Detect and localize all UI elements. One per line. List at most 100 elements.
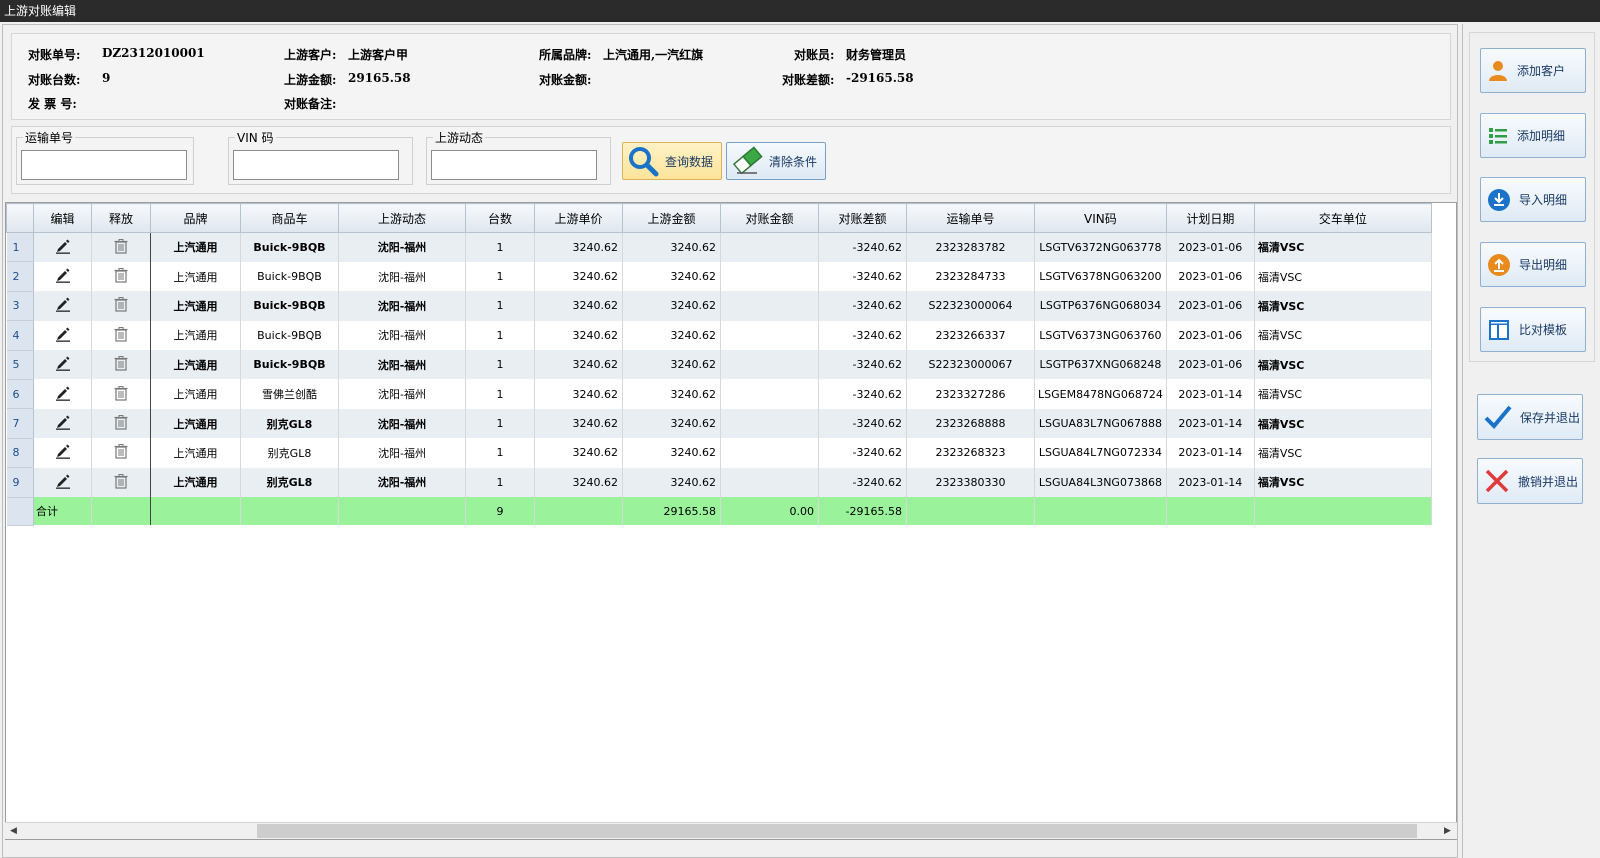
vin-cell: LSGTV6378NG063200 bbox=[1034, 261, 1167, 292]
table-row[interactable]: 3 上汽通用 Buick-9BQB 沈阳-福州 1 3240.62 3240.62 -3240… bbox=[6, 291, 1432, 322]
horizontal-scrollbar[interactable]: ◀ ▶ bbox=[5, 822, 1457, 839]
row-number[interactable]: 3 bbox=[6, 291, 34, 322]
edit-icon[interactable] bbox=[55, 238, 71, 254]
column-header[interactable]: 交车单位 bbox=[1253, 203, 1432, 233]
vin-input[interactable] bbox=[233, 150, 399, 180]
edit-cell[interactable] bbox=[33, 320, 92, 351]
edit-cell[interactable] bbox=[33, 408, 92, 439]
column-header[interactable]: 运输单号 bbox=[906, 203, 1035, 233]
delivery-unit-cell: 福清VSC bbox=[1254, 438, 1432, 468]
edit-icon[interactable] bbox=[55, 355, 71, 372]
export-detail-button[interactable]: 导出明细 bbox=[1480, 242, 1586, 287]
scrollbar-thumb[interactable] bbox=[257, 824, 1417, 838]
release-cell[interactable] bbox=[91, 320, 151, 351]
import-detail-label: 导入明细 bbox=[1519, 193, 1568, 207]
remark-label: 对账备注: bbox=[284, 97, 337, 111]
row-number[interactable]: 4 bbox=[6, 320, 34, 351]
amount-cell: 3240.62 bbox=[622, 320, 721, 351]
column-header[interactable]: VIN码 bbox=[1034, 203, 1167, 233]
status-cell: 沈阳-福州 bbox=[338, 291, 466, 321]
row-number[interactable]: 8 bbox=[6, 438, 34, 469]
edit-cell[interactable] bbox=[33, 350, 92, 380]
table-row[interactable]: 7 上汽通用 别克GL8 沈阳-福州 1 3240.62 3240.62 -3240.62 23… bbox=[6, 408, 1432, 439]
column-header[interactable]: 编辑 bbox=[33, 203, 92, 233]
edit-cell[interactable] bbox=[33, 467, 92, 498]
brand-label: 所属品牌: bbox=[539, 48, 592, 62]
column-header[interactable]: 商品车 bbox=[240, 203, 339, 233]
table-row[interactable]: 9 上汽通用 别克GL8 沈阳-福州 1 3240.62 3240.62 -3240.62 23… bbox=[6, 467, 1432, 498]
release-cell[interactable] bbox=[91, 350, 151, 380]
release-cell[interactable] bbox=[91, 379, 151, 409]
trash-icon[interactable] bbox=[113, 267, 129, 283]
edit-icon[interactable] bbox=[55, 296, 71, 313]
table-row[interactable]: 2 上汽通用 Buick-9BQB 沈阳-福州 1 3240.62 3240.62 -3240… bbox=[6, 261, 1432, 292]
trash-icon[interactable] bbox=[113, 238, 129, 254]
column-header[interactable]: 对账金额 bbox=[720, 203, 819, 233]
query-button-label: 查询数据 bbox=[665, 154, 714, 169]
row-number[interactable]: 6 bbox=[6, 379, 34, 410]
table-row[interactable]: 6 上汽通用 雪佛兰创酷 沈阳-福州 1 3240.62 3240.62 -3240.62 23… bbox=[6, 379, 1432, 410]
table-row[interactable]: 5 上汽通用 Buick-9BQB 沈阳-福州 1 3240.62 3240.62 -3240… bbox=[6, 350, 1432, 380]
add-detail-button[interactable]: 添加明细 bbox=[1480, 113, 1586, 158]
plan-date-cell: 2023-01-06 bbox=[1166, 320, 1255, 351]
edit-cell[interactable] bbox=[33, 291, 92, 321]
transport-no-input[interactable] bbox=[21, 150, 187, 180]
column-header[interactable]: 释放 bbox=[91, 203, 151, 233]
row-number[interactable]: 9 bbox=[6, 467, 34, 498]
scroll-left-icon[interactable]: ◀ bbox=[5, 823, 22, 839]
row-number[interactable]: 7 bbox=[6, 408, 34, 439]
total-empty bbox=[1254, 497, 1432, 526]
row-number[interactable]: 2 bbox=[6, 261, 34, 292]
table-row[interactable]: 1 上汽通用 Buick-9BQB 沈阳-福州 1 3240.62 3240.62 -3240… bbox=[6, 232, 1432, 263]
release-cell[interactable] bbox=[91, 438, 151, 468]
edit-cell[interactable] bbox=[33, 379, 92, 409]
trash-icon[interactable] bbox=[113, 355, 129, 371]
edit-cell[interactable] bbox=[33, 438, 92, 468]
upstream-status-input[interactable] bbox=[431, 150, 597, 180]
table-row[interactable]: 4 上汽通用 Buick-9BQB 沈阳-福州 1 3240.62 3240.62 -3240… bbox=[6, 320, 1432, 351]
release-cell[interactable] bbox=[91, 467, 151, 498]
row-number[interactable]: 5 bbox=[6, 350, 34, 380]
column-header[interactable]: 台数 bbox=[465, 203, 535, 233]
edit-icon[interactable] bbox=[55, 443, 71, 460]
column-header[interactable]: 对账差额 bbox=[818, 203, 907, 233]
release-cell[interactable] bbox=[91, 232, 151, 262]
column-header[interactable]: 上游金额 bbox=[622, 203, 721, 233]
edit-icon[interactable] bbox=[55, 473, 71, 489]
recon-amount-cell bbox=[720, 261, 819, 292]
trash-icon[interactable] bbox=[113, 385, 129, 401]
release-cell[interactable] bbox=[91, 408, 151, 439]
diff-label: 对账差额: bbox=[782, 73, 835, 87]
edit-icon[interactable] bbox=[55, 385, 71, 401]
save-exit-button[interactable]: 保存并退出 bbox=[1477, 394, 1583, 440]
add-customer-button[interactable]: 添加客户 bbox=[1480, 48, 1586, 93]
trash-icon[interactable] bbox=[113, 326, 129, 342]
invoice-label: 发 票 号: bbox=[28, 97, 77, 111]
row-number[interactable]: 1 bbox=[6, 232, 34, 263]
scroll-right-icon[interactable]: ▶ bbox=[1439, 823, 1456, 839]
column-header[interactable]: 计划日期 bbox=[1165, 203, 1255, 233]
column-header[interactable]: 品牌 bbox=[150, 203, 241, 233]
trash-icon[interactable] bbox=[113, 473, 129, 489]
column-header[interactable]: 上游动态 bbox=[338, 203, 466, 233]
edit-icon[interactable] bbox=[55, 414, 71, 430]
cancel-exit-button[interactable]: 撤销并退出 bbox=[1477, 458, 1583, 504]
release-cell[interactable] bbox=[91, 291, 151, 321]
trash-icon[interactable] bbox=[113, 414, 129, 430]
detail-grid: 编辑 释放 品牌 商品车 上游动态 台数 上游单价 上游金额 对账金额 对账差额… bbox=[5, 202, 1457, 840]
column-header[interactable]: 上游单价 bbox=[534, 203, 623, 233]
clear-button[interactable]: 清除条件 bbox=[726, 142, 826, 180]
trash-icon[interactable] bbox=[113, 296, 129, 313]
release-cell[interactable] bbox=[91, 261, 151, 292]
transport-no-cell: S22323000067 bbox=[906, 350, 1035, 380]
import-detail-button[interactable]: 导入明细 bbox=[1480, 177, 1586, 222]
edit-icon[interactable] bbox=[55, 267, 71, 283]
query-button[interactable]: 查询数据 bbox=[622, 142, 722, 180]
compare-template-button[interactable]: 比对模板 bbox=[1480, 307, 1586, 352]
edit-cell[interactable] bbox=[33, 232, 92, 262]
trash-icon[interactable] bbox=[113, 443, 129, 460]
recon-amount-cell bbox=[720, 232, 819, 262]
edit-cell[interactable] bbox=[33, 261, 92, 292]
table-row[interactable]: 8 上汽通用 别克GL8 沈阳-福州 1 3240.62 3240.62 -3240.62 23… bbox=[6, 438, 1432, 469]
edit-icon[interactable] bbox=[55, 326, 71, 342]
